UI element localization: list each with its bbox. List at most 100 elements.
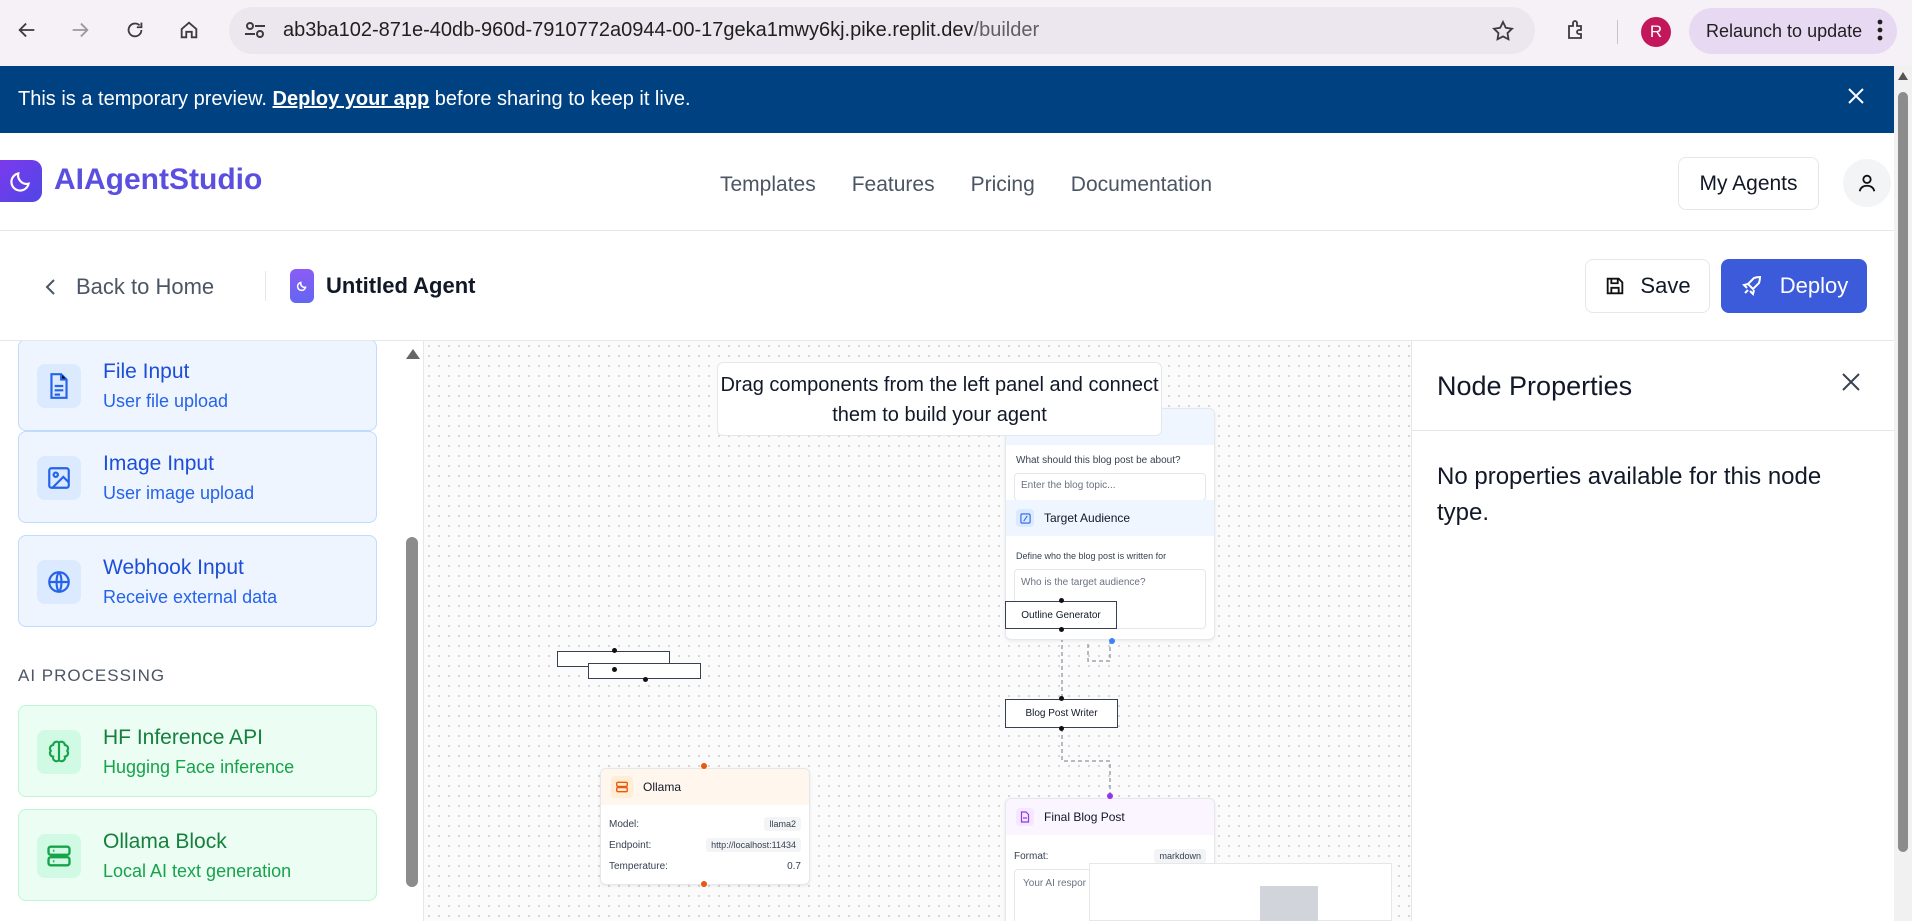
scroll-up-icon[interactable] [1898,72,1908,80]
back-arrow-icon[interactable] [9,12,45,48]
ollama-title: Ollama [643,780,682,794]
node-properties-panel: Node Properties No properties available … [1411,341,1895,921]
output-handle[interactable] [1059,726,1064,731]
final-header: Final Blog Post [1006,799,1214,835]
image-icon [37,456,81,500]
close-banner-icon[interactable] [1846,86,1866,112]
main-nav: Templates Features Pricing Documentation [720,173,1212,197]
toolbar-divider [1617,20,1618,44]
properties-header: Node Properties [1412,341,1895,431]
home-icon[interactable] [171,12,207,48]
server-icon [37,834,81,878]
bookmark-star-icon[interactable] [1491,19,1515,48]
back-to-home-link[interactable]: Back to Home [44,274,214,300]
relaunch-button[interactable]: Relaunch to update [1689,8,1897,54]
site-settings-icon[interactable] [243,19,267,46]
globe-icon [37,560,81,604]
file-input-card[interactable]: File Input User file upload [18,341,377,431]
endpoint-value: http://localhost:11434 [706,838,801,852]
back-label: Back to Home [76,274,215,299]
ollama-header: Ollama [601,769,809,805]
handle[interactable] [612,648,617,653]
user-menu-button[interactable] [1843,159,1891,207]
canvas-hint: Drag components from the left panel and … [717,362,1162,436]
input-handle[interactable] [701,763,707,769]
format-value: markdown [1154,849,1206,863]
builder-canvas[interactable]: What should this blog post be about? Ent… [424,341,1411,921]
user-icon [1858,174,1876,192]
ollama-block-card[interactable]: Ollama Block Local AI text generation [18,809,377,901]
audience-title: Target Audience [1044,511,1131,525]
output-handle[interactable] [1109,638,1115,644]
handle[interactable] [643,677,648,682]
handle[interactable] [612,667,617,672]
card-title: Image Input [103,452,214,475]
save-button[interactable]: Save [1585,259,1710,313]
close-icon[interactable] [1840,371,1862,398]
scrollbar-thumb[interactable] [1898,92,1908,852]
hf-inference-card[interactable]: HF Inference API Hugging Face inference [18,705,377,797]
banner-text: This is a temporary preview. [18,88,273,110]
profile-avatar[interactable]: R [1641,17,1671,47]
topic-question: What should this blog post be about? [1016,455,1181,466]
audience-description: Define who the blog post is written for [1016,551,1167,561]
extensions-icon[interactable] [1558,12,1594,48]
card-subtitle: Receive external data [103,587,278,607]
topic-input[interactable]: Enter the blog topic... [1014,473,1206,501]
outline-label: Outline Generator [1021,609,1101,621]
nav-templates[interactable]: Templates [720,173,816,197]
banner-suffix: before sharing to keep it live. [429,88,691,110]
chevron-left-icon [45,279,55,295]
nav-features[interactable]: Features [852,173,935,197]
card-subtitle: Hugging Face inference [103,757,295,777]
logo-moon-icon[interactable] [0,160,42,202]
address-bar[interactable]: ab3ba102-871e-40db-960d-7910772a0944-00-… [229,7,1535,54]
final-title: Final Blog Post [1044,810,1125,824]
minimap-viewport[interactable] [1260,886,1318,921]
brand-name[interactable]: AIAgentStudio [54,163,262,197]
palette-scrollbar[interactable] [404,341,420,921]
deploy-app-link[interactable]: Deploy your app [273,88,430,111]
card-title: File Input [103,360,190,383]
blog-post-writer-node[interactable]: Blog Post Writer [1005,699,1118,728]
page-scrollbar[interactable] [1894,66,1912,921]
webhook-input-card[interactable]: Webhook Input Receive external data [18,535,377,627]
preview-banner: This is a temporary preview. Deploy your… [0,66,1894,133]
output-handle[interactable] [1059,627,1064,632]
card-title: HF Inference API [103,726,263,749]
kebab-menu-icon[interactable] [1877,19,1883,46]
nav-pricing[interactable]: Pricing [971,173,1035,197]
forward-arrow-icon[interactable] [62,12,98,48]
section-heading-ai: AI PROCESSING [18,666,166,685]
input-handle[interactable] [1107,793,1113,799]
site-header: AIAgentStudio Templates Features Pricing… [0,133,1894,231]
agent-title[interactable]: Untitled Agent [290,269,476,303]
reload-icon[interactable] [117,12,153,48]
card-title: Ollama Block [103,830,227,853]
input-handle[interactable] [1059,696,1064,701]
toolbar-divider [265,271,266,301]
deploy-button[interactable]: Deploy [1721,259,1867,313]
builder-toolbar: Back to Home Untitled Agent Save Deploy [0,231,1894,341]
scroll-up-icon[interactable] [406,349,420,359]
outline-generator-node[interactable]: Outline Generator [1005,601,1117,629]
card-title: Webhook Input [103,556,244,579]
format-label: Format: [1014,851,1049,862]
ollama-node[interactable]: Ollama Model: llama2 Endpoint: http://lo… [600,768,810,885]
card-subtitle: User file upload [103,391,229,411]
rocket-icon [1741,275,1761,296]
image-input-card[interactable]: Image Input User image upload [18,431,377,523]
temperature-label: Temperature: [609,861,668,872]
nav-documentation[interactable]: Documentation [1071,173,1212,197]
output-handle[interactable] [701,881,707,887]
palette-scrollbar-thumb[interactable] [406,537,418,887]
properties-empty-message: No properties available for this node ty… [1437,463,1822,526]
relaunch-label: Relaunch to update [1706,20,1863,41]
minimap[interactable] [1089,863,1392,921]
input-handle[interactable] [1059,598,1064,603]
audience-header: Target Audience [1006,500,1214,536]
card-subtitle: Local AI text generation [103,861,292,881]
file-icon [37,364,81,408]
writer-label: Blog Post Writer [1025,708,1098,719]
my-agents-button[interactable]: My Agents [1678,157,1819,210]
